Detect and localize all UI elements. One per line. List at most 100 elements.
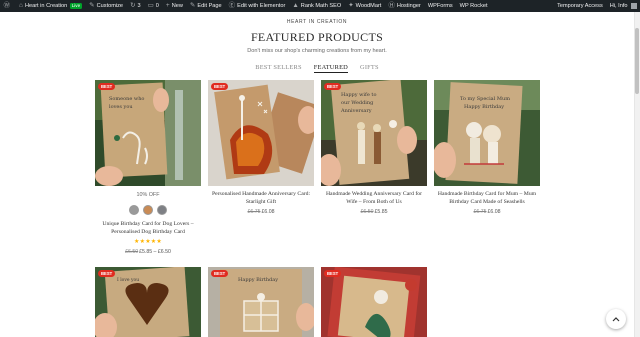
chevron-up-icon xyxy=(612,317,620,322)
product-price: £6.75£6.08 xyxy=(434,209,540,215)
rankmath-menu[interactable]: ▲ Rank Math SEO xyxy=(289,0,345,12)
product-image[interactable]: BEST xyxy=(208,80,314,186)
customize-link[interactable]: ✎ Customize xyxy=(86,0,127,12)
old-price: £6.50 xyxy=(125,249,139,255)
comments-count: 0 xyxy=(155,3,159,9)
best-badge: BEST xyxy=(324,83,342,91)
product-image[interactable]: BEST xyxy=(321,267,427,337)
svg-text:To my Special Mum: To my Special Mum xyxy=(460,96,510,102)
section-subtitle: Don't miss our shop's charming creations… xyxy=(247,48,387,54)
wpforms-menu[interactable]: WPForms xyxy=(424,0,456,12)
swatch-grey[interactable] xyxy=(129,205,139,215)
discount-label: 10% OFF xyxy=(136,192,160,198)
new-content-menu[interactable]: + New xyxy=(162,0,186,12)
back-to-top-button[interactable] xyxy=(606,309,626,329)
comment-icon: ▭ xyxy=(147,1,154,9)
tab-featured[interactable]: FEATURED xyxy=(313,64,348,73)
best-badge: BEST xyxy=(211,270,229,278)
best-badge: BEST xyxy=(211,83,229,91)
woodmart-label: WoodMart xyxy=(355,3,382,9)
current-price: £6.08 xyxy=(261,209,275,215)
product-image[interactable]: Happy wife to our Wedding Anniversary BE… xyxy=(321,80,427,186)
site-name: Heart in Creation xyxy=(24,3,68,9)
account-greeting: Hi, Info xyxy=(609,3,628,9)
tab-best-sellers[interactable]: BEST SELLERS xyxy=(255,64,302,73)
elementor-label: Edit with Elementor xyxy=(237,3,286,9)
current-price: £5.85 xyxy=(374,209,388,215)
product-image[interactable]: To my Special Mum Happy Birthday xyxy=(434,80,540,186)
home-icon: ⌂ xyxy=(19,1,23,9)
best-badge: BEST xyxy=(324,270,342,278)
comments-link[interactable]: ▭ 0 xyxy=(144,0,162,12)
tab-gifts[interactable]: GIFTS xyxy=(360,64,379,73)
hostinger-label: Hostinger xyxy=(396,3,421,9)
svg-text:Happy Birthday: Happy Birthday xyxy=(238,277,278,283)
star-rating: ★★★★★ xyxy=(134,239,162,245)
product-price: £6.50£5.85 xyxy=(321,209,427,215)
product-card[interactable]: BEST xyxy=(321,267,427,337)
woodmart-icon: ✦ xyxy=(348,1,354,9)
customize-label: Customize xyxy=(96,3,124,9)
woodmart-menu[interactable]: ✦ WoodMart xyxy=(345,0,385,12)
plus-icon: + xyxy=(165,1,170,9)
product-card[interactable]: Happy wife to our Wedding Anniversary BE… xyxy=(321,80,427,215)
product-card[interactable]: BEST Personalised Handmade Anniversary C… xyxy=(208,80,314,215)
new-label: New xyxy=(171,3,183,9)
page-scrollbar[interactable] xyxy=(634,12,640,337)
best-badge: BEST xyxy=(98,83,116,91)
section-eyebrow: HEART IN CREATION xyxy=(286,19,348,25)
edit-page-link[interactable]: ✎ Edit Page xyxy=(186,0,225,12)
product-tabs: BEST SELLERS FEATURED GIFTS xyxy=(0,64,634,73)
elementor-link[interactable]: Ⓔ Edit with Elementor xyxy=(225,0,289,12)
old-price: £6.75 xyxy=(247,209,261,215)
product-image[interactable]: Someone who loves you BEST xyxy=(95,80,201,186)
product-title[interactable]: Unique Birthday Card for Dog Lovers – Pe… xyxy=(95,220,201,236)
updates-icon: ↻ xyxy=(130,1,136,9)
temporary-access-link[interactable]: Temporary Access xyxy=(554,0,607,12)
updates-link[interactable]: ↻ 3 xyxy=(127,0,145,12)
swatch-tan[interactable] xyxy=(143,205,153,215)
scrollbar-thumb[interactable] xyxy=(635,28,639,94)
color-swatches xyxy=(95,205,201,215)
pencil-icon: ✎ xyxy=(189,1,196,9)
wprocket-menu[interactable]: WP Rocket xyxy=(456,0,491,12)
product-card[interactable]: To my Special Mum Happy Birthday Handmad… xyxy=(434,80,540,215)
svg-text:Happy wife to: Happy wife to xyxy=(341,92,376,98)
old-price: £6.75 xyxy=(473,209,487,215)
section-title: FEATURED PRODUCTS xyxy=(250,30,384,44)
site-name-menu[interactable]: ⌂ Heart in Creation Live xyxy=(16,0,86,12)
product-title[interactable]: Handmade Wedding Anniversary Card for Wi… xyxy=(321,190,427,206)
product-card[interactable]: Someone who loves you BEST 10% OFF Uniqu… xyxy=(95,80,201,255)
svg-text:loves you: loves you xyxy=(109,104,133,110)
product-price: £6.50£5.85 – £6.50 xyxy=(95,249,201,255)
svg-text:I love you: I love you xyxy=(117,277,139,283)
old-price: £6.50 xyxy=(360,209,374,215)
current-price: £6.08 xyxy=(487,209,501,215)
product-title[interactable]: Personalised Handmade Anniversary Card: … xyxy=(208,190,314,206)
account-menu[interactable]: Hi, Info xyxy=(606,0,640,12)
rankmath-label: Rank Math SEO xyxy=(300,3,342,9)
edit-page-label: Edit Page xyxy=(197,3,222,9)
hostinger-menu[interactable]: Ⓗ Hostinger xyxy=(385,0,424,12)
product-image[interactable]: Happy Birthday BEST xyxy=(208,267,314,337)
paintbrush-icon: ✎ xyxy=(89,1,95,9)
svg-text:Anniversary: Anniversary xyxy=(340,108,372,114)
rankmath-icon: ▲ xyxy=(292,1,299,9)
wpforms-label: WPForms xyxy=(427,3,453,9)
temporary-access-label: Temporary Access xyxy=(557,3,603,9)
swatch-dark[interactable] xyxy=(157,205,167,215)
svg-text:our Wedding: our Wedding xyxy=(341,100,374,106)
svg-text:Someone who: Someone who xyxy=(109,96,144,102)
product-image[interactable]: I love you BEST xyxy=(95,267,201,337)
current-price: £5.85 – £6.50 xyxy=(139,249,171,255)
product-card[interactable]: Happy Birthday BEST xyxy=(208,267,314,337)
admin-bar: Ⓦ ⌂ Heart in Creation Live ✎ Customize ↻ 3… xyxy=(0,0,640,12)
wprocket-label: WP Rocket xyxy=(459,3,488,9)
product-card[interactable]: I love you BEST xyxy=(95,267,201,337)
product-title[interactable]: Handmade Birthday Card for Mum – Mum Bir… xyxy=(434,190,540,206)
product-price: £6.75£6.08 xyxy=(208,209,314,215)
wp-logo-menu[interactable]: Ⓦ xyxy=(0,0,16,12)
hostinger-icon: Ⓗ xyxy=(388,1,395,9)
live-badge: Live xyxy=(69,2,83,10)
best-badge: BEST xyxy=(98,270,116,278)
